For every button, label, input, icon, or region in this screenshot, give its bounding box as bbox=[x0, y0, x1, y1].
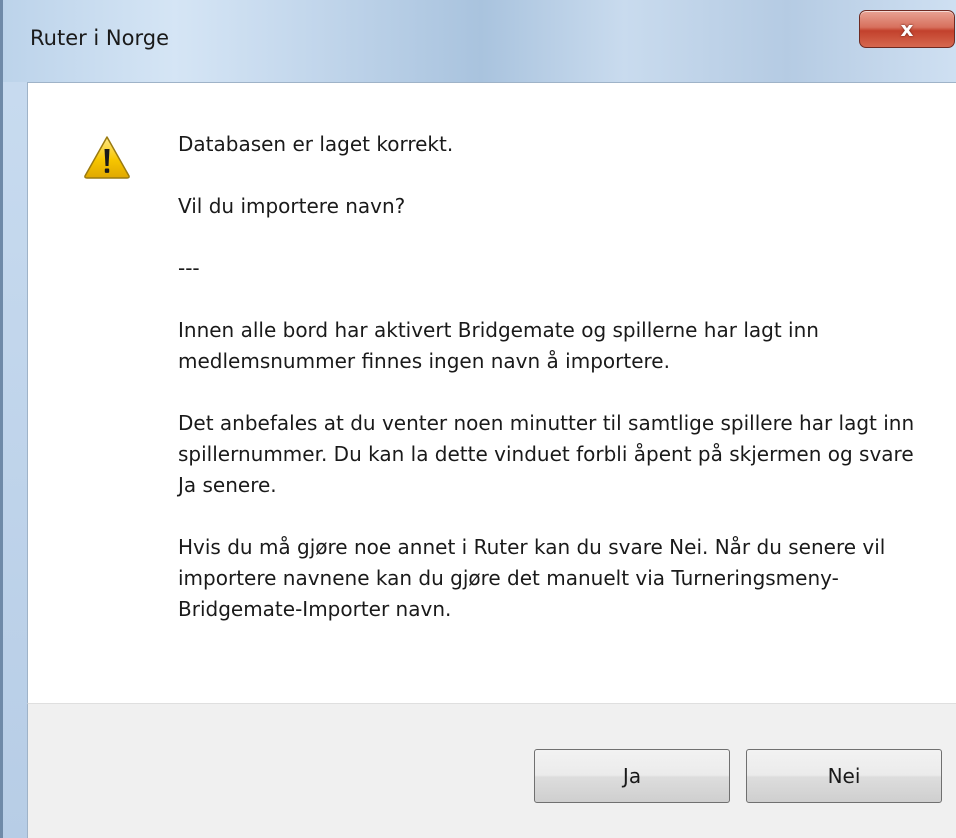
message-line-success: Databasen er laget korrekt. bbox=[178, 132, 454, 156]
message-area: Databasen er laget korrekt. Vil du impor… bbox=[27, 82, 956, 703]
close-button[interactable]: x bbox=[859, 10, 955, 48]
yes-button[interactable]: Ja bbox=[534, 749, 730, 803]
message-line-recommendation: Det anbefales at du venter noen minutter… bbox=[178, 411, 915, 497]
message-line-question: Vil du importere navn? bbox=[178, 194, 406, 218]
message-line-info: Innen alle bord har aktivert Bridgemate … bbox=[178, 318, 819, 373]
title-bar[interactable]: Ruter i Norge x bbox=[3, 0, 956, 82]
warning-icon bbox=[84, 136, 130, 179]
window-title: Ruter i Norge bbox=[30, 26, 170, 50]
close-icon: x bbox=[900, 17, 914, 41]
message-line-separator: --- bbox=[178, 256, 200, 280]
dialog-window: Ruter i Norge x Databasen er laget korre… bbox=[0, 0, 956, 838]
message-text: Databasen er laget korrekt. Vil du impor… bbox=[178, 129, 938, 656]
message-line-alternative: Hvis du må gjøre noe annet i Ruter kan d… bbox=[178, 535, 886, 621]
no-button[interactable]: Nei bbox=[746, 749, 942, 803]
button-bar: Ja Nei bbox=[27, 703, 956, 838]
